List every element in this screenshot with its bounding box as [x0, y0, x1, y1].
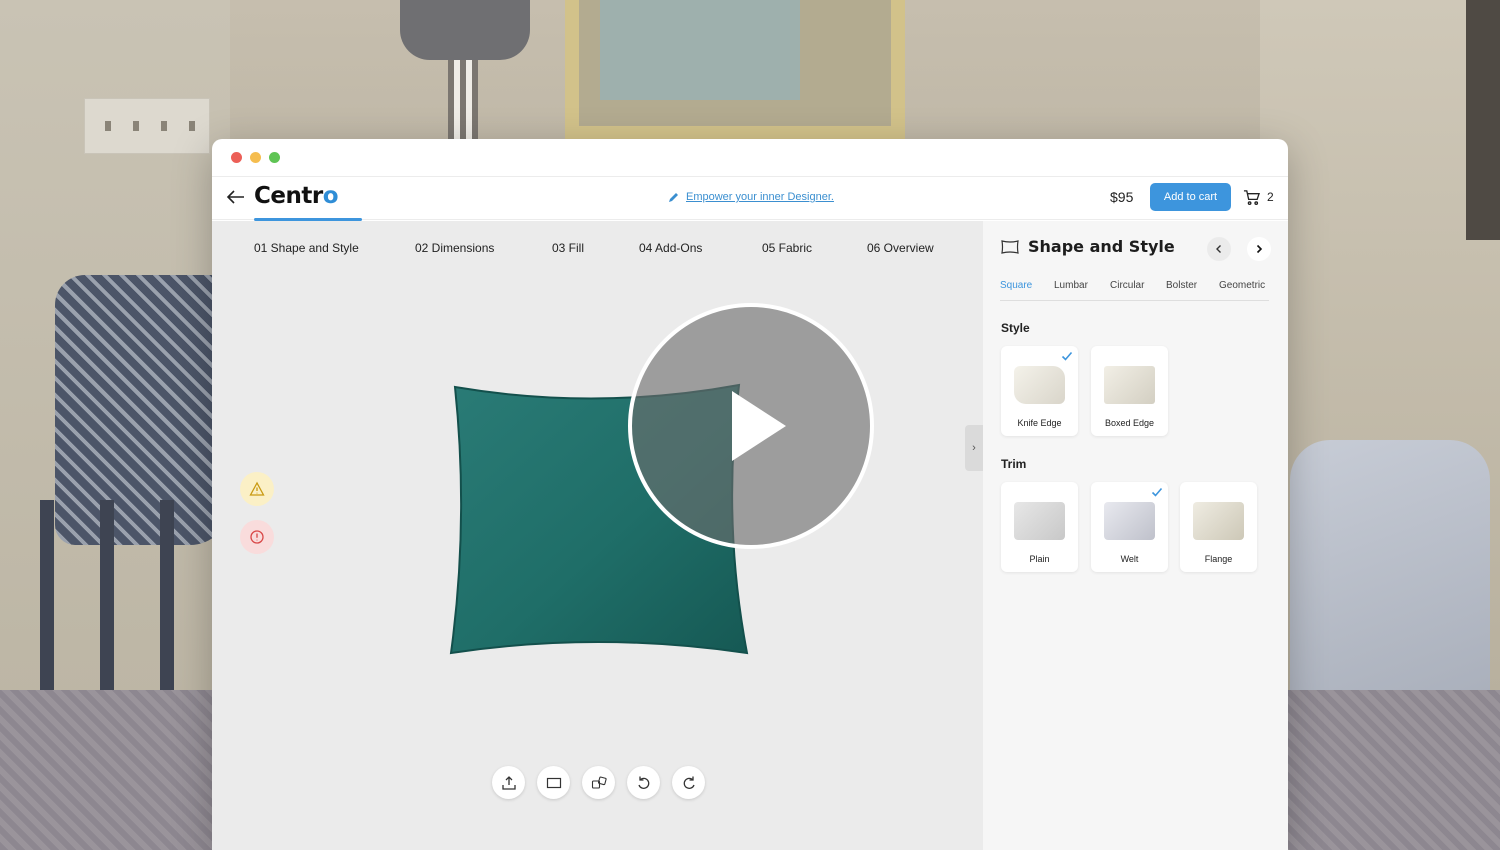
- close-window-button[interactable]: [231, 152, 242, 163]
- tagline-text: Empower your inner Designer.: [686, 191, 834, 203]
- painting-canvas: [600, 0, 800, 100]
- card-label: Welt: [1120, 554, 1139, 564]
- undo-button[interactable]: [627, 766, 660, 799]
- price-label: $95: [1110, 189, 1134, 205]
- chevron-right-icon: [1256, 244, 1263, 254]
- boxed-edge-image: [1104, 366, 1155, 404]
- card-label: Plain: [1029, 554, 1050, 564]
- shape-tab-geometric[interactable]: Geometric: [1219, 280, 1265, 291]
- chair: [40, 500, 220, 710]
- mirror-edge: [1466, 0, 1500, 240]
- next-step-button[interactable]: [1247, 237, 1271, 261]
- product-canvas: 01 Shape and Style 02 Dimensions 03 Fill…: [212, 218, 983, 850]
- play-video-button[interactable]: [628, 303, 874, 549]
- welt-trim-image: [1104, 502, 1155, 540]
- trim-option-plain[interactable]: Plain: [1001, 482, 1078, 572]
- upload-icon: [501, 775, 516, 790]
- flange-trim-image: [1193, 502, 1244, 540]
- collapse-panel-toggle[interactable]: ›: [965, 425, 983, 471]
- randomize-button[interactable]: [582, 766, 615, 799]
- cart-icon[interactable]: [1243, 189, 1260, 206]
- warning-button[interactable]: [240, 472, 274, 506]
- trim-section-label: Trim: [1001, 457, 1027, 471]
- panel-header: Shape and Style: [1000, 237, 1175, 256]
- minimize-window-button[interactable]: [250, 152, 261, 163]
- undo-icon: [637, 776, 649, 789]
- step-tab-dimensions[interactable]: 02 Dimensions: [415, 241, 494, 255]
- step-tab-fabric[interactable]: 05 Fabric: [762, 241, 812, 255]
- checkmark-icon: [1061, 351, 1073, 361]
- canvas-toolbar: [492, 766, 705, 799]
- cart-count: 2: [1267, 190, 1274, 204]
- chevron-right-icon: ›: [972, 442, 976, 454]
- warning-icon: [249, 481, 265, 496]
- shape-tab-square[interactable]: Square: [1000, 280, 1032, 291]
- trim-option-welt[interactable]: Welt: [1091, 482, 1168, 572]
- step-tab-fill[interactable]: 03 Fill: [552, 241, 584, 255]
- panel-title: Shape and Style: [1028, 237, 1175, 256]
- previous-step-button[interactable]: [1207, 237, 1231, 261]
- knife-edge-image: [1014, 366, 1065, 404]
- maximize-window-button[interactable]: [269, 152, 280, 163]
- shape-tab-circular[interactable]: Circular: [1110, 280, 1144, 291]
- step-tabs: 01 Shape and Style 02 Dimensions 03 Fill…: [212, 218, 983, 277]
- app-header: Centro Empower your inner Designer. $95 …: [212, 177, 1288, 220]
- style-option-knife-edge[interactable]: Knife Edge: [1001, 346, 1078, 436]
- plain-trim-image: [1014, 502, 1065, 540]
- style-section-label: Style: [1001, 321, 1030, 335]
- pencil-icon: [669, 193, 678, 202]
- redo-button[interactable]: [672, 766, 705, 799]
- error-button[interactable]: [240, 520, 274, 554]
- frame-view-button[interactable]: [537, 766, 570, 799]
- shape-tab-lumbar[interactable]: Lumbar: [1054, 280, 1088, 291]
- card-label: Knife Edge: [1017, 418, 1062, 428]
- lamp-shade: [400, 0, 530, 60]
- redo-icon: [683, 776, 695, 789]
- play-icon: [732, 391, 786, 461]
- light-switch-plate: [84, 98, 210, 154]
- checkmark-icon: [1151, 487, 1163, 497]
- window-titlebar: [212, 139, 1288, 177]
- step-tab-add-ons[interactable]: 04 Add-Ons: [639, 241, 702, 255]
- shape-tab-bolster[interactable]: Bolster: [1166, 280, 1197, 291]
- step-tab-shape-and-style[interactable]: 01 Shape and Style: [254, 218, 362, 255]
- frame-icon: [546, 777, 561, 788]
- configuration-panel: Shape and Style Square Lumbar Circular B…: [983, 221, 1288, 850]
- trim-option-flange[interactable]: Flange: [1180, 482, 1257, 572]
- dice-icon: [591, 776, 607, 789]
- card-label: Flange: [1204, 554, 1233, 564]
- chevron-left-icon: [1216, 245, 1221, 253]
- card-label: Boxed Edge: [1104, 418, 1155, 428]
- centro-logo[interactable]: Centro: [254, 183, 339, 209]
- designer-tagline-link[interactable]: Empower your inner Designer.: [668, 191, 834, 203]
- back-arrow-icon[interactable]: [224, 185, 248, 209]
- lamp-stem: [448, 60, 478, 140]
- shape-tabs: Square Lumbar Circular Bolster Geometric: [1000, 279, 1269, 301]
- upload-button[interactable]: [492, 766, 525, 799]
- step-tab-overview[interactable]: 06 Overview: [867, 241, 934, 255]
- add-to-cart-button[interactable]: Add to cart: [1150, 183, 1231, 211]
- style-option-boxed-edge[interactable]: Boxed Edge: [1091, 346, 1168, 436]
- pillow-shape-icon: [1001, 239, 1019, 254]
- error-icon: [250, 530, 264, 544]
- app-window: Centro Empower your inner Designer. $95 …: [212, 139, 1288, 850]
